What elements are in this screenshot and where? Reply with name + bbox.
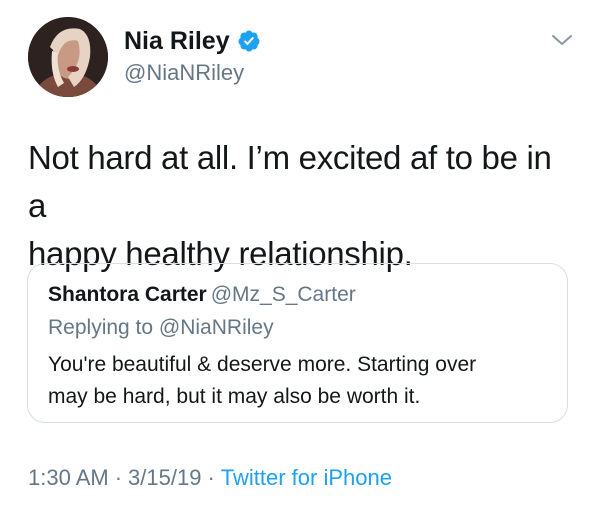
tweet-text-line-1: Not hard at all. I’m excited af to be in… [28, 139, 552, 224]
meta-separator: · [114, 465, 123, 490]
meta-separator: · [207, 465, 215, 490]
tweet-card: Nia Riley @NiaNRiley Not hard at all. I’… [0, 0, 595, 514]
tweet-text: Not hard at all. I’m excited af to be in… [28, 134, 578, 278]
tweet-date[interactable]: 3/15/19 [128, 465, 201, 490]
author-display-name[interactable]: Nia Riley [124, 26, 230, 56]
replying-to-label: Replying to [48, 316, 154, 339]
replying-to-line: Replying to @NiaNRiley [48, 315, 274, 341]
quoted-text-line-2: may be hard, but it may also be worth it… [48, 385, 421, 408]
verified-badge-icon [238, 30, 260, 52]
tweet-source-link[interactable]: Twitter for iPhone [221, 465, 392, 490]
profile-photo-icon [28, 17, 108, 97]
quoted-text-line-1: You're beautiful & deserve more. Startin… [48, 353, 477, 376]
chevron-down-icon[interactable] [551, 33, 573, 47]
quoted-author-name[interactable]: Shantora Carter [48, 283, 207, 306]
author-handle[interactable]: @NiaNRiley [124, 60, 244, 86]
tweet-time[interactable]: 1:30 AM [28, 465, 109, 490]
replying-to-mention[interactable]: @NiaNRiley [159, 316, 274, 339]
quoted-tweet-header: Shantora Carter @Mz_S_Carter [48, 282, 356, 308]
avatar[interactable] [28, 17, 108, 97]
author-name-row[interactable]: Nia Riley [124, 26, 261, 56]
tweet-meta: 1:30 AM · 3/15/19 · Twitter for iPhone [28, 464, 392, 492]
quoted-tweet-text: You're beautiful & deserve more. Startin… [48, 349, 553, 413]
quoted-tweet[interactable]: Shantora Carter @Mz_S_Carter Replying to … [27, 263, 568, 423]
quoted-author-handle[interactable]: @Mz_S_Carter [211, 283, 356, 306]
